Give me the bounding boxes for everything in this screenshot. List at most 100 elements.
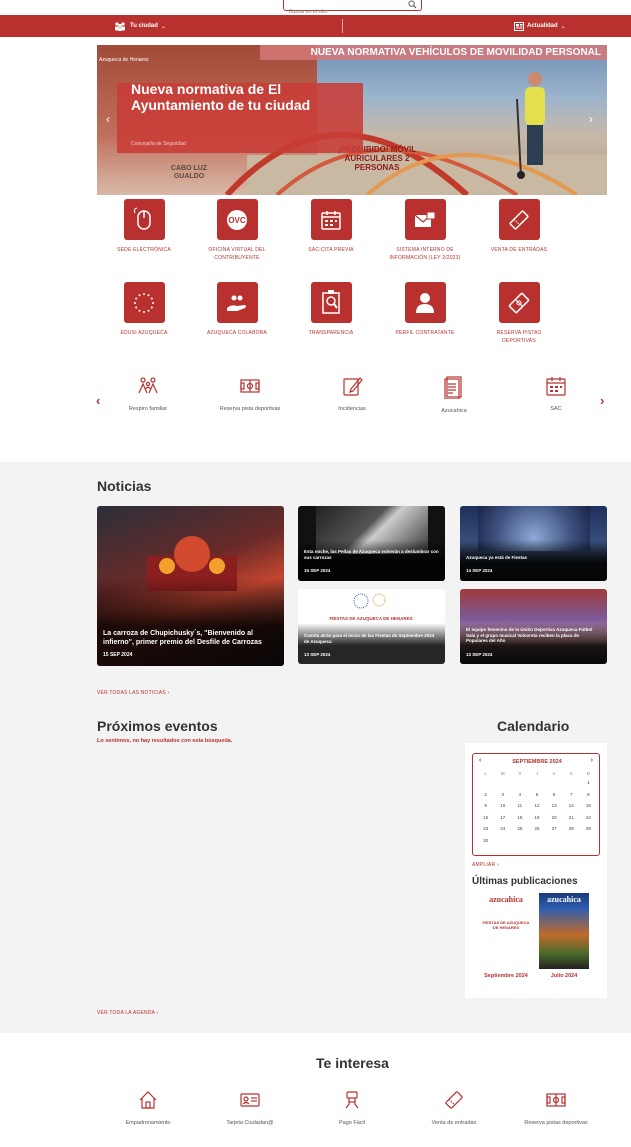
calendar-day[interactable] — [494, 777, 511, 789]
calendar-next-month[interactable]: › — [591, 757, 593, 764]
calendar-day[interactable]: 30 — [477, 835, 494, 847]
quick-link-respiro-familiar[interactable]: Respiro familiar — [108, 375, 188, 412]
calendar-day[interactable]: 19 — [528, 812, 545, 824]
calendar-day[interactable] — [546, 835, 563, 847]
calendar-day[interactable] — [494, 835, 511, 847]
calendar-day[interactable] — [528, 835, 545, 847]
view-all-news-link[interactable]: Ver todas las noticias › — [97, 690, 169, 696]
quick-link-reserva-pista[interactable]: Reserva pista deportivas — [210, 375, 290, 412]
magnifier-document-icon — [310, 282, 352, 323]
hero-next-arrow[interactable]: › — [589, 112, 593, 126]
carousel-prev-arrow[interactable]: ‹ — [96, 393, 100, 408]
calendar-expand-link[interactable]: Ampliar › — [472, 862, 499, 868]
calendar-day[interactable] — [511, 835, 528, 847]
hero-prev-arrow[interactable]: ‹ — [106, 112, 110, 126]
view-all-agenda-label: Ver toda la agenda — [97, 1010, 155, 1016]
calendar-day[interactable]: 5 — [528, 789, 545, 801]
news-date: 13 SEP 2024 — [466, 652, 493, 657]
calendar-day[interactable]: 26 — [528, 823, 545, 835]
calendar-day[interactable] — [580, 835, 597, 847]
interest-venta-entradas[interactable]: Venta de entradas — [414, 1090, 494, 1126]
calendar-day[interactable]: 24 — [494, 823, 511, 835]
chevron-right-icon: › — [156, 1010, 159, 1016]
events-empty-message: Lo sentimos, no hay resultados con esta … — [97, 738, 233, 744]
calendar-day[interactable]: 6 — [546, 789, 563, 801]
service-label: Venta de entradas — [490, 247, 548, 253]
calendar-day[interactable]: 9 — [477, 800, 494, 812]
calendar-day[interactable]: 10 — [494, 800, 511, 812]
service-venta-entradas[interactable]: Venta de entradas — [479, 199, 559, 254]
service-perfil-contratante[interactable]: Perfil contratante — [385, 282, 465, 337]
service-sistema-interno[interactable]: Sistema interno de información (Ley 2/20… — [385, 199, 465, 262]
service-edusi[interactable]: EDUSI Azuqueca — [104, 282, 184, 337]
publication-card[interactable]: azucahica FIESTAS DE AZUQUECA DE HENARES… — [479, 893, 533, 979]
service-sede-electronica[interactable]: Sede electrónica — [104, 199, 184, 254]
calendar-day[interactable]: 23 — [477, 823, 494, 835]
service-azuqueca-colabora[interactable]: Azuqueca colabora — [197, 282, 277, 337]
calendar-day[interactable] — [563, 777, 580, 789]
quick-link-azucahica[interactable]: Azucahica — [414, 375, 494, 414]
service-sac-cita-previa[interactable]: SAC-Cita previa — [291, 199, 371, 254]
news-card-featured[interactable]: La carroza de Chupichusky´s, "Bienvenido… — [97, 506, 284, 666]
calendar-day[interactable]: 8 — [580, 789, 597, 801]
calendar-day[interactable]: 14 — [563, 800, 580, 812]
nav-actualidad[interactable]: Actualidad ⌄ — [514, 15, 566, 37]
calendar-day[interactable]: 1 — [580, 777, 597, 789]
calendar-day[interactable]: 13 — [546, 800, 563, 812]
calendar-day[interactable]: 18 — [511, 812, 528, 824]
quick-link-incidencias[interactable]: Incidencias — [312, 375, 392, 412]
calendar-day[interactable]: 4 — [511, 789, 528, 801]
interest-label: Reserva pistas deportivas — [524, 1120, 588, 1126]
calendar-day[interactable] — [546, 777, 563, 789]
calendar-day[interactable]: 3 — [494, 789, 511, 801]
interest-empadronamiento[interactable]: Empadronamiento — [108, 1090, 188, 1126]
calendar-day[interactable]: 20 — [546, 812, 563, 824]
calendar-day[interactable] — [477, 777, 494, 789]
view-all-agenda-link[interactable]: Ver toda la agenda › — [97, 1010, 158, 1016]
publication-cover-title: azucahica — [489, 895, 523, 904]
calendar-day[interactable]: 15 — [580, 800, 597, 812]
interest-pago-facil[interactable]: Pago Fácil — [312, 1090, 392, 1126]
interest-tarjeta-ciudadana[interactable]: Tarjeta Ciudadan@ — [210, 1090, 290, 1126]
interest-heading: Te interesa — [316, 1055, 389, 1071]
publication-card[interactable]: azucahica Julio 2024 — [537, 893, 591, 979]
calendar-day[interactable]: 17 — [494, 812, 511, 824]
service-oficina-virtual[interactable]: OVC Oficina virtual del contribuyente — [197, 199, 277, 262]
calendar-day[interactable]: 11 — [511, 800, 528, 812]
interest-reserva-pistas[interactable]: Reserva pistas deportivas — [516, 1090, 596, 1126]
calendar-day[interactable]: 25 — [511, 823, 528, 835]
calendar-day[interactable] — [528, 777, 545, 789]
service-reserva-pistas[interactable]: Reserva pistas deportivas — [479, 282, 559, 345]
hero-caption-title: Nueva normativa de El Ayuntamiento de tu… — [131, 81, 311, 113]
interest-label: Empadronamiento — [125, 1120, 171, 1126]
calendar-day[interactable]: 7 — [563, 789, 580, 801]
news-card[interactable]: Azuqueca ya está de Fiestas 14 SEP 2024 — [460, 506, 607, 581]
nav-tu-ciudad-label: Tu ciudad — [130, 23, 158, 29]
hero-slider[interactable]: NUEVA NORMATIVA VEHÍCULOS DE MOVILIDAD P… — [97, 45, 607, 195]
calendar-day[interactable] — [511, 777, 528, 789]
calendar-day[interactable]: 27 — [546, 823, 563, 835]
hero-person-scooter — [516, 72, 545, 179]
quick-link-label: Respiro familiar — [128, 406, 168, 412]
quick-link-sac[interactable]: SAC — [516, 375, 596, 412]
nav-divider — [342, 19, 343, 33]
calendar-day[interactable]: 29 — [580, 823, 597, 835]
calendar-day[interactable]: 2 — [477, 789, 494, 801]
quick-link-label: Incidencias — [338, 406, 366, 412]
news-card[interactable]: FIESTAS DE AZUQUECA DE HENARES Cuenta at… — [298, 589, 445, 664]
calendar-day[interactable]: 16 — [477, 812, 494, 824]
calendar-day[interactable] — [563, 835, 580, 847]
publication-cover-title: azucahica — [547, 895, 581, 904]
publication-cover: azucahica FIESTAS DE AZUQUECA DE HENARES — [481, 893, 531, 969]
calendar-day[interactable]: 22 — [580, 812, 597, 824]
news-card[interactable]: El equipo femenino de la Unión Deportiva… — [460, 589, 607, 664]
calendar-day[interactable]: 12 — [528, 800, 545, 812]
calendar-day[interactable]: 21 — [563, 812, 580, 824]
weekday: V — [552, 770, 556, 776]
search-icon[interactable] — [408, 0, 417, 9]
service-transparencia[interactable]: Transparencia — [291, 282, 371, 337]
news-card[interactable]: Esta noche, las Peñas de Azuqueca volver… — [298, 506, 445, 581]
carousel-next-arrow[interactable]: › — [600, 393, 604, 408]
nav-tu-ciudad[interactable]: Tu ciudad ⌄ — [114, 15, 166, 37]
calendar-day[interactable]: 28 — [563, 823, 580, 835]
